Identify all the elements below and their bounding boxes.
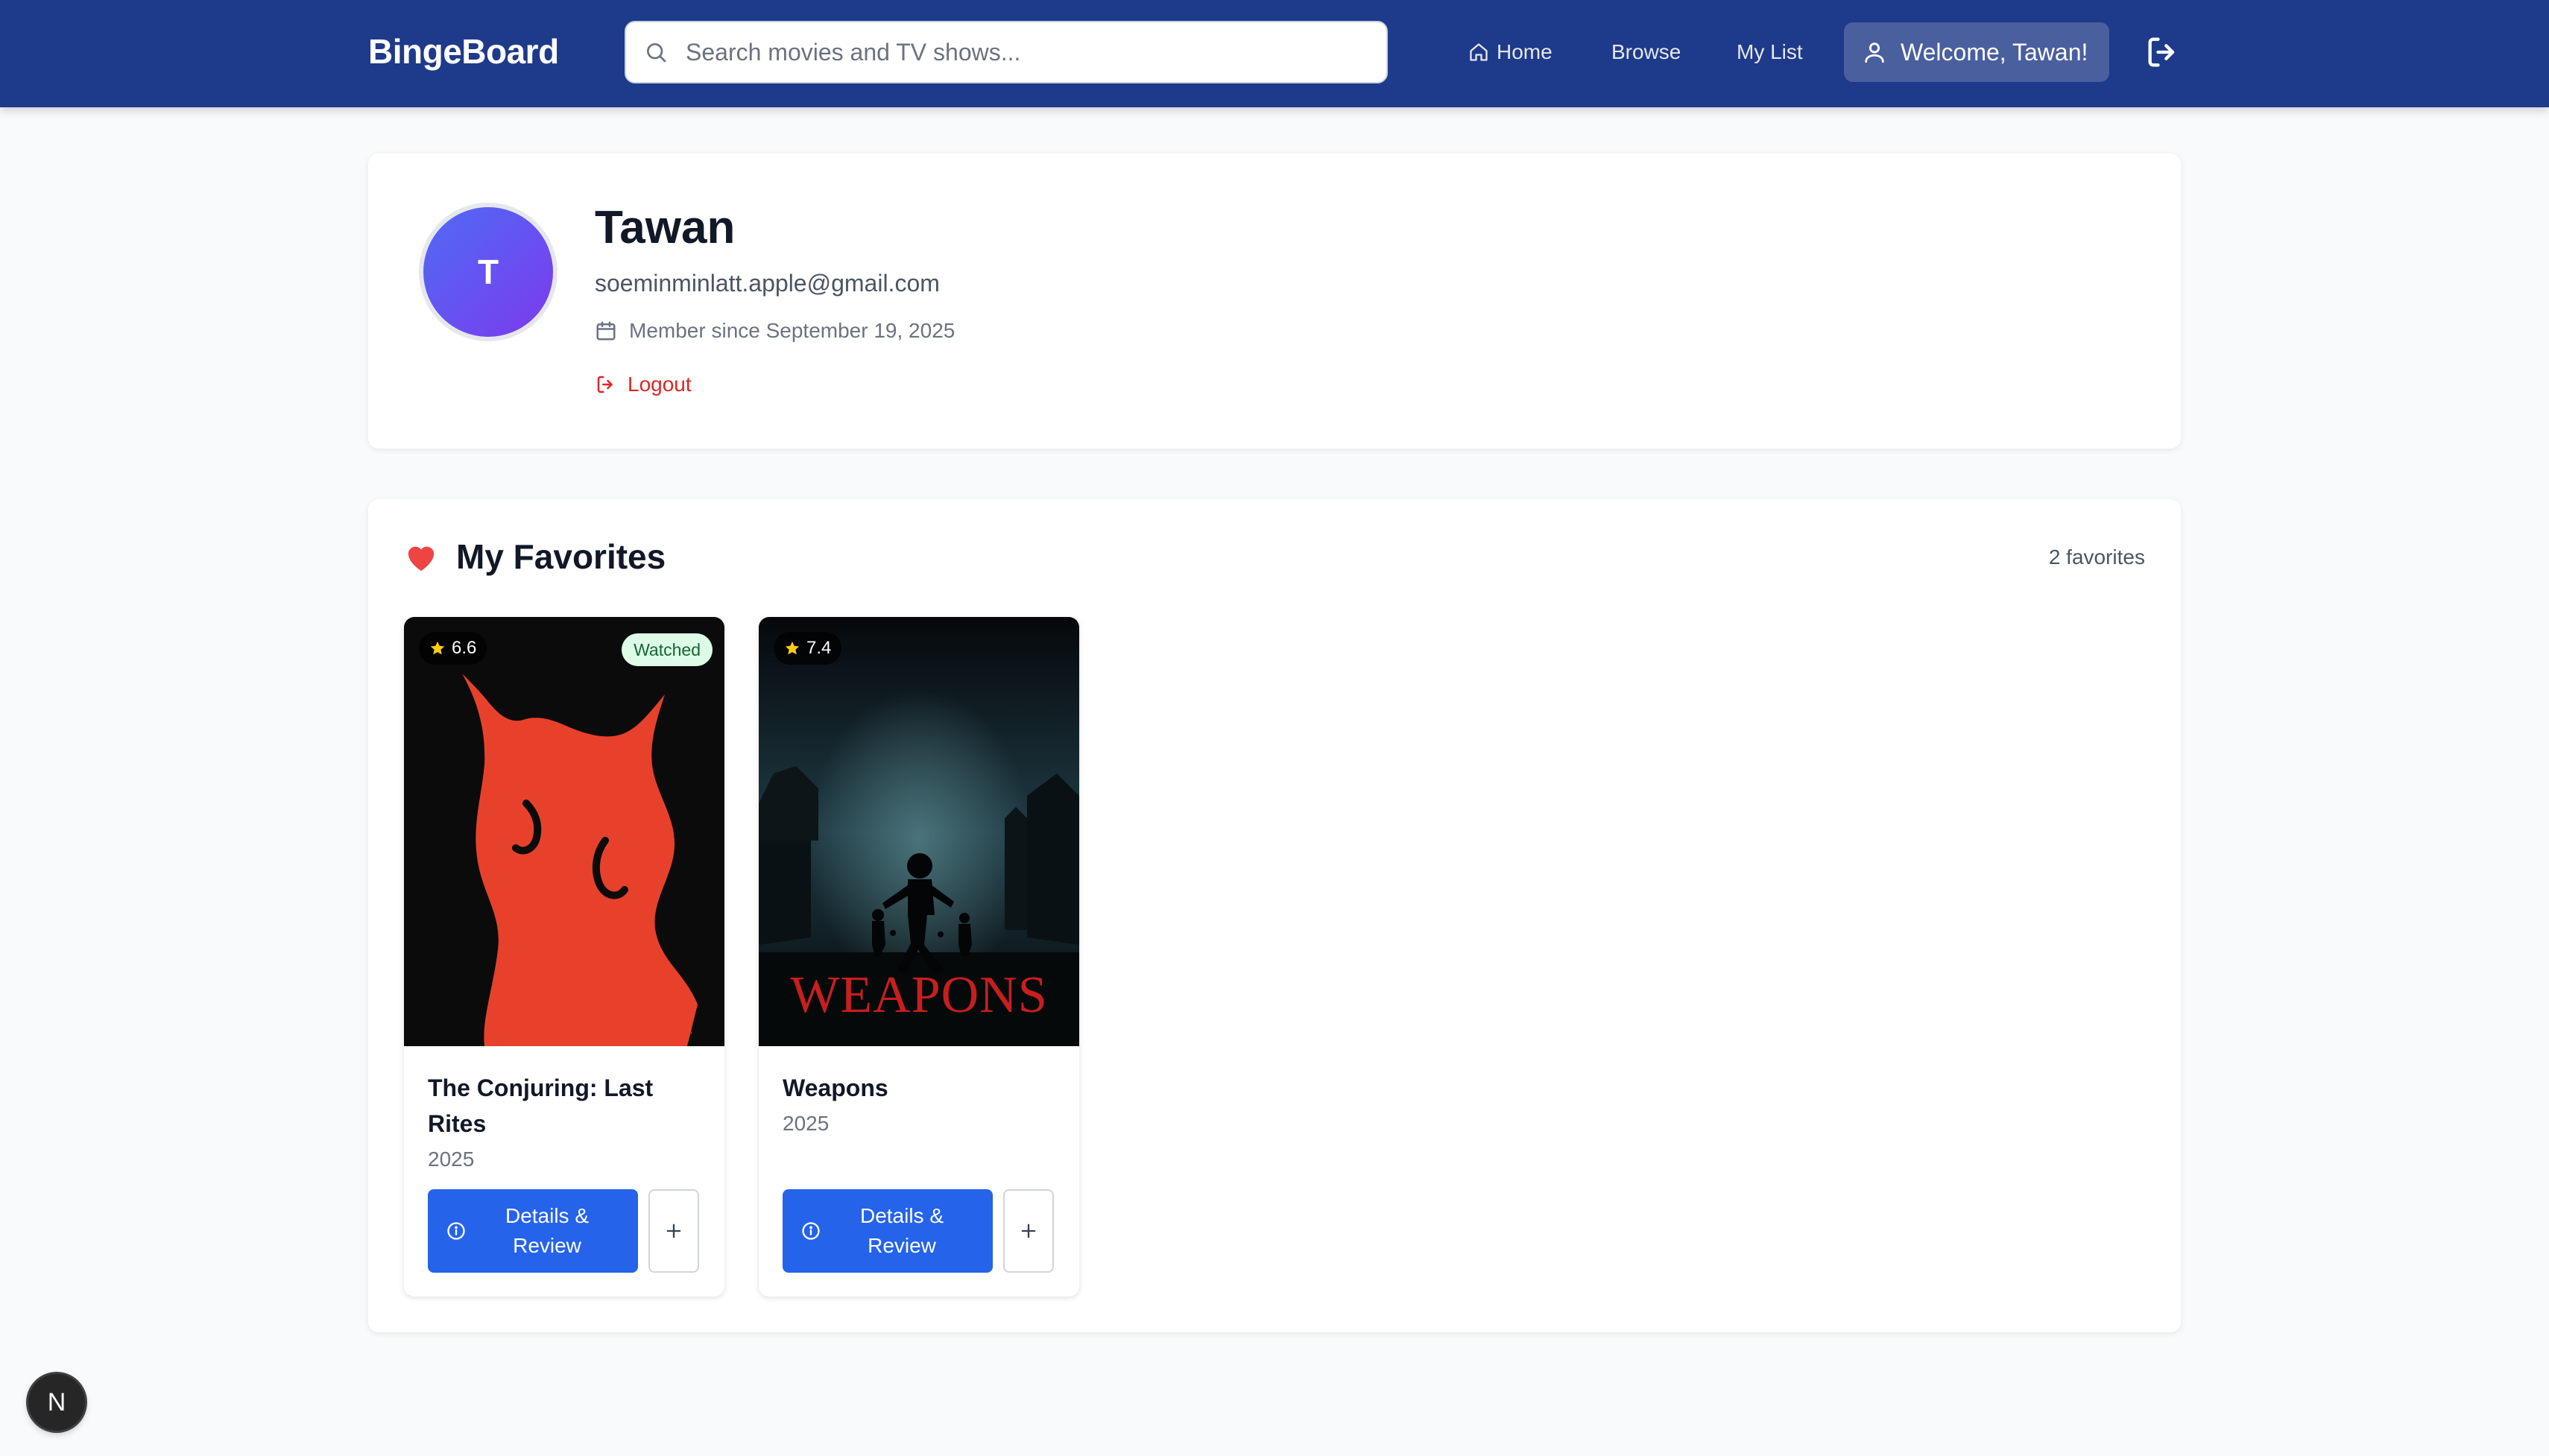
movie-title[interactable]: The Conjuring: Last Rites: [428, 1070, 704, 1142]
favorites-heading: My Favorites: [404, 536, 666, 577]
poster-subtitle-text: LAST RITES: [627, 1028, 695, 1036]
header-logout-button[interactable]: [2144, 33, 2182, 72]
profile-email: soeminminlatt.apple@gmail.com: [595, 270, 940, 297]
search-icon: [647, 43, 666, 63]
member-since: Member since September 19, 2025: [595, 319, 955, 343]
search-box[interactable]: [625, 21, 1388, 83]
member-since-text: Member since September 19, 2025: [629, 319, 956, 342]
favorites-title: My Favorites: [456, 537, 666, 576]
movie-year: 2025: [783, 1112, 830, 1135]
favorites-section: My Favorites 2 favorites THE CONJURING L…: [368, 499, 2181, 1332]
rating-value: 7.4: [806, 638, 832, 658]
star-icon: [785, 641, 800, 655]
star-icon: [430, 641, 445, 655]
user-icon: [1865, 42, 1884, 63]
add-to-list-button[interactable]: [1003, 1189, 1054, 1273]
user-menu-button[interactable]: Welcome, Tawan!: [1844, 22, 2109, 82]
poster-title-text: WEAPONS: [790, 966, 1047, 1024]
details-review-button[interactable]: Details & Review: [783, 1189, 993, 1273]
poster-title-text: THE CONJURING: [519, 1001, 695, 1025]
favorites-count: 2 favorites: [2048, 545, 2145, 569]
details-review-label: Details & Review: [859, 1204, 944, 1257]
calendar-icon: [596, 321, 616, 341]
movie-year: 2025: [428, 1148, 475, 1171]
movie-card[interactable]: THE CONJURING LAST RITES 6.6 Watched The…: [404, 617, 724, 1297]
heart-icon: [408, 546, 435, 572]
profile-card: T Tawan soeminminlatt.apple@gmail.com Me…: [368, 153, 2181, 449]
logout-icon: [2148, 37, 2175, 67]
nav-my-list-link[interactable]: My List: [1737, 36, 1803, 69]
info-icon: [447, 1222, 465, 1240]
rating-badge: 7.4: [774, 632, 842, 665]
welcome-label: Welcome, Tawan!: [1901, 38, 2088, 66]
watched-badge: Watched: [622, 633, 713, 666]
add-to-list-button[interactable]: [648, 1189, 699, 1273]
nav-browse-link[interactable]: Browse: [1611, 36, 1681, 69]
search-input[interactable]: [686, 22, 1371, 82]
brand-logo[interactable]: BingeBoard: [368, 31, 559, 72]
movie-poster[interactable]: WEAPONS: [759, 617, 1079, 1046]
profile-name: Tawan: [595, 202, 736, 253]
rating-badge: 6.6: [419, 632, 487, 665]
details-review-label: Details & Review: [505, 1204, 590, 1257]
home-icon: [1470, 43, 1488, 61]
dev-tools-badge[interactable]: N: [28, 1374, 85, 1431]
movie-card[interactable]: WEAPONS 7.4 Weapons 2025 Details & Revie…: [759, 617, 1079, 1297]
movie-poster[interactable]: THE CONJURING LAST RITES: [404, 617, 724, 1046]
rating-value: 6.6: [452, 638, 477, 658]
logout-icon: [597, 376, 613, 393]
top-navbar: BingeBoard Home Browse My List Welcome, …: [0, 0, 2549, 107]
details-review-button[interactable]: Details & Review: [428, 1189, 638, 1273]
nav-home-link[interactable]: Home: [1468, 36, 1553, 69]
logout-label: Logout: [628, 373, 692, 396]
nav-home-label: Home: [1497, 40, 1553, 63]
plus-icon: [1021, 1224, 1036, 1238]
plus-icon: [666, 1224, 681, 1238]
movie-title[interactable]: Weapons: [783, 1070, 1058, 1106]
info-icon: [802, 1222, 820, 1240]
avatar: T: [419, 203, 558, 341]
profile-logout-link[interactable]: Logout: [595, 373, 692, 396]
